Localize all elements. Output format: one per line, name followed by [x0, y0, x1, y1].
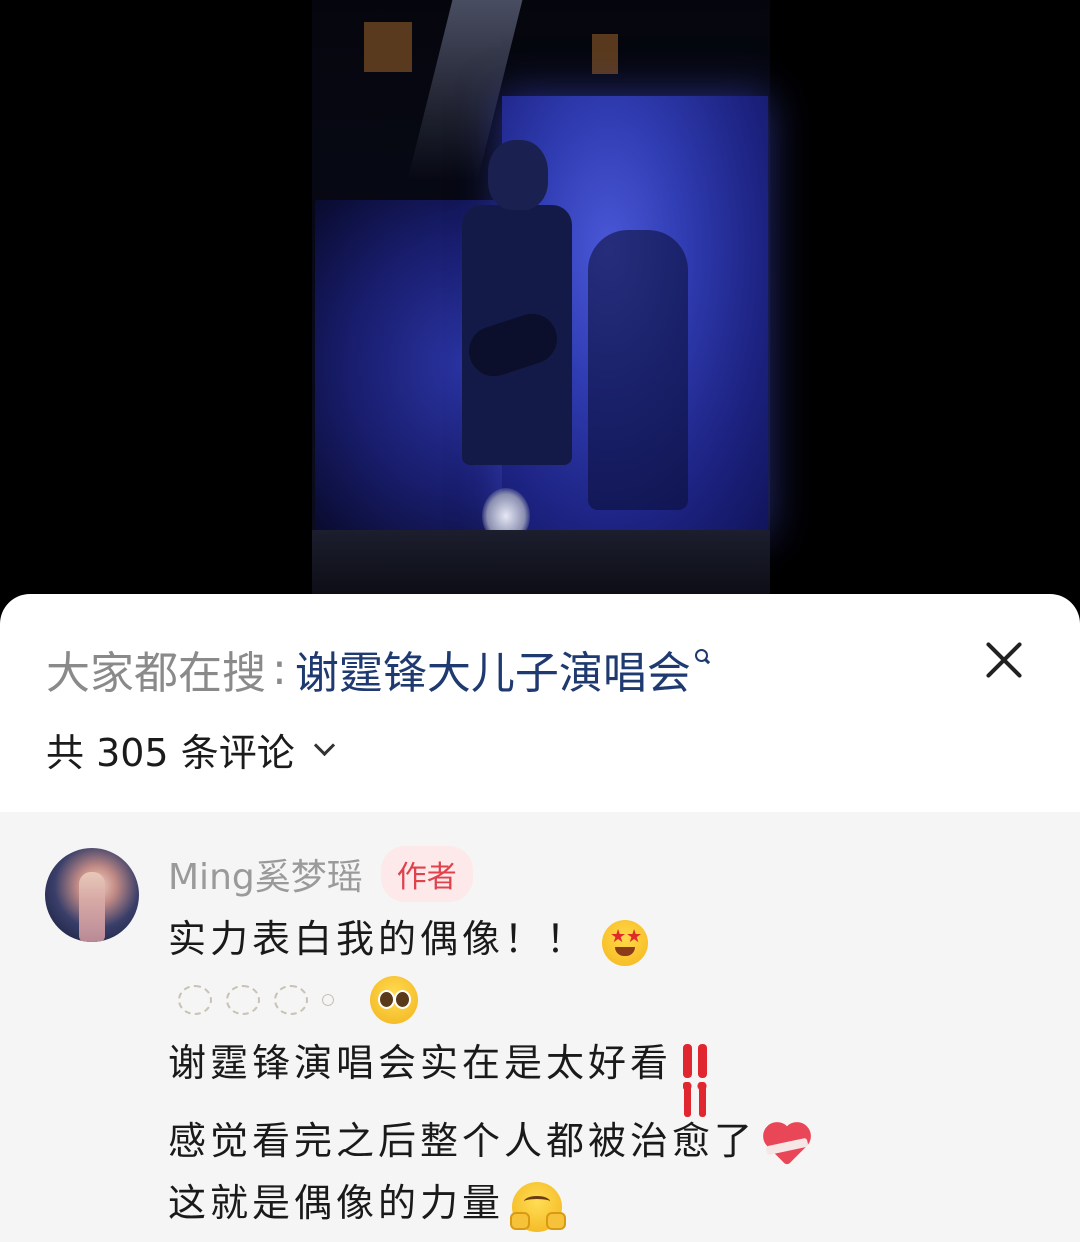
performer-shadow [588, 230, 688, 510]
comment-line-text: 实力表白我的偶像！！ [168, 917, 589, 961]
comment-count-sort[interactable]: 共 305 条评论 [46, 722, 335, 776]
avatar-figure [79, 872, 105, 942]
hug-hand-left [510, 1211, 531, 1230]
faded-face-icon [274, 985, 308, 1015]
comment-line: 这就是偶像的力量 [168, 1172, 567, 1232]
venue-window [592, 34, 618, 74]
comment-count-label: 共 305 条评论 [46, 730, 295, 775]
performer-head [488, 140, 548, 210]
mending-heart-icon [762, 1122, 812, 1168]
emoji-mouth [615, 946, 636, 956]
search-term-link[interactable]: 谢霆锋大儿子演唱会 [295, 637, 691, 701]
concert-photo[interactable] [0, 0, 1080, 600]
avatar[interactable] [45, 848, 139, 942]
username[interactable]: Ming奚梦瑶 [168, 848, 363, 900]
comment-line: 感觉看完之后整个人都被治愈了 [168, 1110, 812, 1168]
star-struck-emoji-icon [602, 919, 649, 966]
author-badge: 作者 [380, 846, 473, 902]
hug-hand-right [546, 1211, 567, 1230]
search-separator: : [272, 643, 287, 695]
comment-line: 实力表白我的偶像！！ [168, 908, 649, 966]
double-exclamation-icon [680, 1043, 712, 1090]
faded-dot-icon [322, 994, 334, 1006]
stage-floor [312, 530, 770, 600]
venue-window [364, 22, 412, 72]
hugging-face-icon [510, 1181, 567, 1232]
comment-list: Ming奚梦瑶 作者 实力表白我的偶像！！ 谢霆锋演唱会实在是太好看 感觉看完之… [0, 812, 1080, 1242]
faded-face-icon [178, 985, 212, 1015]
faded-emoji-row [178, 976, 418, 1024]
search-icon [694, 649, 709, 663]
comment-sheet: 大家都在搜 : 谢霆锋大儿子演唱会 共 305 条评论 Ming奚梦瑶 作者 实… [0, 594, 1080, 1242]
comment-line: 谢霆锋演唱会实在是太好看 [168, 1032, 712, 1090]
comment-line-text: 感觉看完之后整个人都被治愈了 [168, 1119, 757, 1163]
comment-author: Ming奚梦瑶 作者 [168, 846, 473, 902]
exclamation-dots [683, 1081, 711, 1090]
comment-line-text: 这就是偶像的力量 [168, 1181, 505, 1225]
search-suggestion[interactable]: 大家都在搜 : 谢霆锋大儿子演唱会 [46, 634, 709, 704]
comment-line-text: 谢霆锋演唱会实在是太好看 [168, 1041, 673, 1085]
faded-face-icon [226, 985, 260, 1015]
pleading-face-emoji-icon [370, 976, 418, 1024]
chevron-down-icon [313, 734, 335, 756]
search-prefix: 大家都在搜 [46, 648, 266, 699]
close-button[interactable] [982, 638, 1026, 682]
